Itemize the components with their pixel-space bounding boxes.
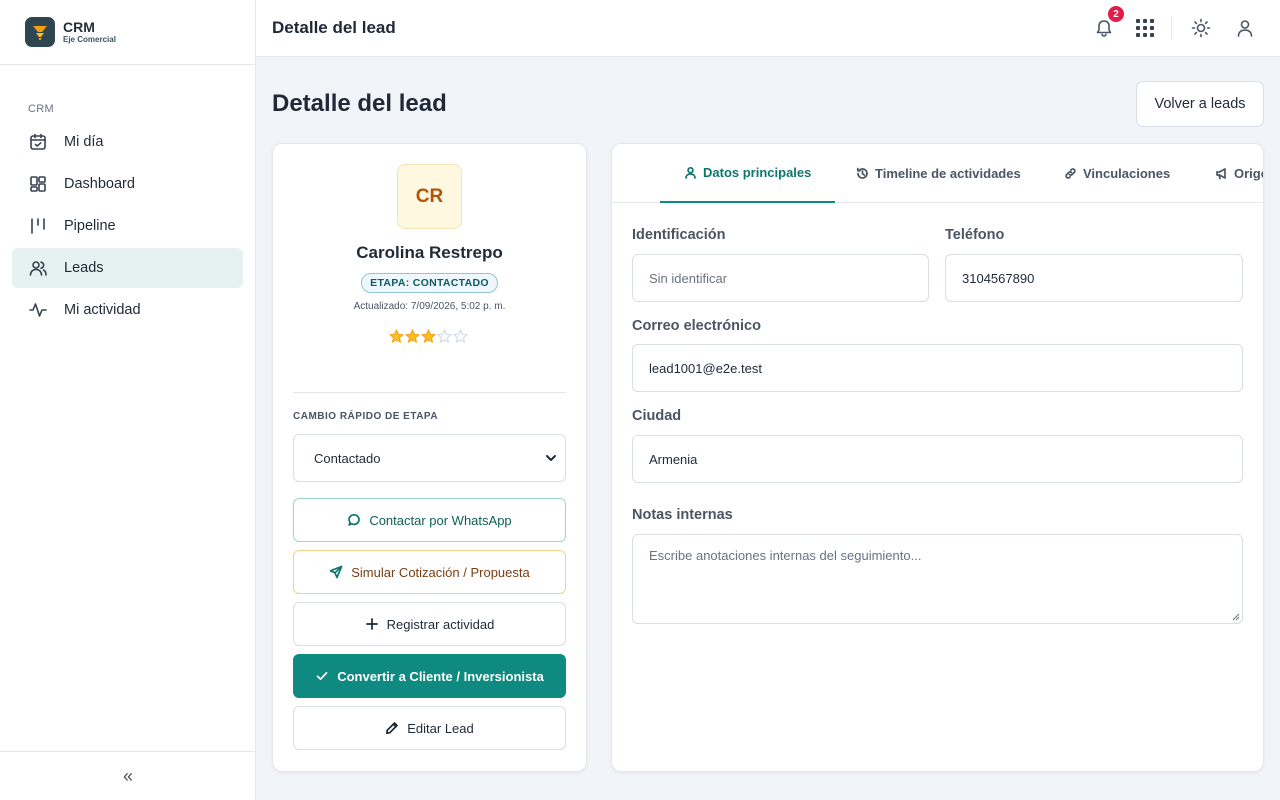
- brand[interactable]: CRM Eje Comercial: [0, 0, 255, 65]
- telefono-input[interactable]: 3104567890: [945, 254, 1243, 302]
- send-icon: [329, 565, 343, 579]
- identificacion-input[interactable]: Sin identificar: [632, 254, 929, 302]
- tab-bar: Datos principales Timeline de actividade…: [612, 144, 1263, 203]
- brand-logo-icon: [25, 17, 55, 47]
- dashboard-grid-icon: [30, 176, 46, 192]
- megaphone-icon: [1216, 168, 1226, 180]
- star-empty-icon[interactable]: [453, 329, 468, 344]
- sidebar-nav: Mi día Dashboard Pipeline Leads Mi activ…: [12, 122, 243, 332]
- sidebar-footer: «: [0, 751, 256, 800]
- ciudad-value: Armenia: [649, 451, 698, 467]
- sidebar-item-leads[interactable]: Leads: [12, 248, 243, 288]
- sidebar-item-label: Mi actividad: [64, 302, 141, 318]
- tab-label: Vinculaciones: [1083, 166, 1171, 181]
- stage-select[interactable]: Contactado: [293, 434, 566, 482]
- telefono-value: 3104567890: [962, 270, 1035, 286]
- lead-summary-card: CR Carolina Restrepo ETAPA: CONTACTADO A…: [272, 143, 587, 772]
- avatar: CR: [397, 164, 462, 229]
- topbar: Detalle del lead: [256, 0, 1280, 57]
- activity-icon: [29, 303, 47, 317]
- sun-icon: [1191, 18, 1211, 38]
- register-activity-label: Registrar actividad: [386, 616, 495, 632]
- user-icon: [685, 166, 696, 179]
- correo-value: lead1001@e2e.test: [649, 360, 762, 376]
- tab-timeline[interactable]: Timeline de actividades: [856, 144, 1021, 203]
- quick-stage-label: CAMBIO RÁPIDO DE ETAPA: [293, 411, 439, 422]
- sidebar: CRM Eje Comercial CRM Mi día Dashboard P…: [0, 0, 256, 800]
- resize-grip-icon[interactable]: [1232, 613, 1240, 621]
- link-icon: [1065, 168, 1076, 179]
- apps-grid-icon: [1136, 19, 1154, 37]
- topbar-divider: [1171, 16, 1172, 40]
- identificacion-label: Identificación: [632, 227, 726, 243]
- page-title: Detalle del lead: [272, 90, 447, 117]
- correo-label: Correo electrónico: [632, 318, 761, 334]
- star-rating[interactable]: [389, 329, 468, 344]
- sidebar-item-pipeline[interactable]: Pipeline: [12, 206, 243, 246]
- theme-toggle-button[interactable]: [1190, 17, 1212, 39]
- register-activity-button[interactable]: Registrar actividad: [293, 602, 566, 646]
- users-icon: [29, 261, 47, 276]
- whatsapp-contact-label: Contactar por WhatsApp: [369, 512, 512, 528]
- lead-details-card: Datos principales Timeline de actividade…: [611, 143, 1264, 772]
- convert-to-client-button[interactable]: Convertir a Cliente / Inversionista: [293, 654, 566, 698]
- check-icon: [316, 671, 328, 681]
- edit-lead-label: Editar Lead: [407, 720, 474, 736]
- back-to-leads-button[interactable]: Volver a leads: [1136, 81, 1264, 127]
- tab-vinculaciones[interactable]: Vinculaciones: [1064, 144, 1170, 203]
- pencil-icon: [386, 722, 399, 735]
- plus-icon: [365, 618, 378, 630]
- header-title: Detalle del lead: [272, 18, 396, 37]
- notas-label: Notas internas: [632, 507, 733, 523]
- tab-label: Datos principales: [703, 165, 812, 180]
- sidebar-item-label: Leads: [64, 260, 104, 276]
- tab-label: Origen: [1234, 166, 1263, 181]
- notas-placeholder: Escribe anotaciones internas del seguimi…: [649, 548, 922, 563]
- card-divider: [293, 392, 566, 393]
- user-menu-button[interactable]: [1234, 17, 1256, 39]
- notification-count-badge: 2: [1108, 6, 1124, 22]
- star-filled-icon[interactable]: [389, 329, 404, 344]
- whatsapp-contact-button[interactable]: Contactar por WhatsApp: [293, 498, 566, 542]
- notas-textarea[interactable]: Escribe anotaciones internas del seguimi…: [632, 534, 1243, 624]
- sidebar-item-mi-actividad[interactable]: Mi actividad: [12, 290, 243, 330]
- telefono-label: Teléfono: [945, 227, 1005, 243]
- star-filled-icon[interactable]: [421, 329, 436, 344]
- user-icon: [1237, 20, 1253, 37]
- sidebar-item-label: Mi día: [64, 134, 104, 150]
- lead-name: Carolina Restrepo: [356, 243, 503, 262]
- correo-input[interactable]: lead1001@e2e.test: [632, 344, 1243, 392]
- sidebar-item-label: Pipeline: [64, 218, 116, 234]
- apps-grid-button[interactable]: [1134, 17, 1156, 39]
- nav-section-label: CRM: [28, 103, 54, 115]
- collapse-sidebar-icon[interactable]: «: [123, 766, 133, 787]
- star-filled-icon[interactable]: [405, 329, 420, 344]
- brand-subtitle: Eje Comercial: [63, 34, 116, 44]
- tab-datos-principales[interactable]: Datos principales: [660, 144, 836, 203]
- brand-title: CRM: [63, 18, 95, 35]
- tab-origen[interactable]: Origen: [1215, 144, 1263, 203]
- ciudad-label: Ciudad: [632, 408, 682, 424]
- tab-label: Timeline de actividades: [875, 166, 1021, 181]
- chat-bubble-icon: [348, 513, 361, 526]
- ciudad-input[interactable]: Armenia: [632, 435, 1243, 483]
- chevron-down-icon: [546, 455, 556, 461]
- stage-badge: ETAPA: CONTACTADO: [361, 273, 498, 293]
- convert-to-client-label: Convertir a Cliente / Inversionista: [337, 668, 544, 684]
- pipeline-icon: [31, 218, 45, 234]
- identificacion-placeholder: Sin identificar: [649, 270, 728, 286]
- sidebar-item-dashboard[interactable]: Dashboard: [12, 164, 243, 204]
- calendar-check-icon: [30, 133, 46, 150]
- simulate-quote-button[interactable]: Simular Cotización / Propuesta: [293, 550, 566, 594]
- updated-timestamp: Actualizado: 7/09/2026, 5:02 p. m.: [353, 301, 506, 312]
- sidebar-item-mi-dia[interactable]: Mi día: [12, 122, 243, 162]
- simulate-quote-label: Simular Cotización / Propuesta: [351, 564, 530, 580]
- edit-lead-button[interactable]: Editar Lead: [293, 706, 566, 750]
- sidebar-item-label: Dashboard: [64, 176, 135, 192]
- star-empty-icon[interactable]: [437, 329, 452, 344]
- stage-select-value: Contactado: [314, 450, 381, 466]
- history-icon: [856, 167, 868, 179]
